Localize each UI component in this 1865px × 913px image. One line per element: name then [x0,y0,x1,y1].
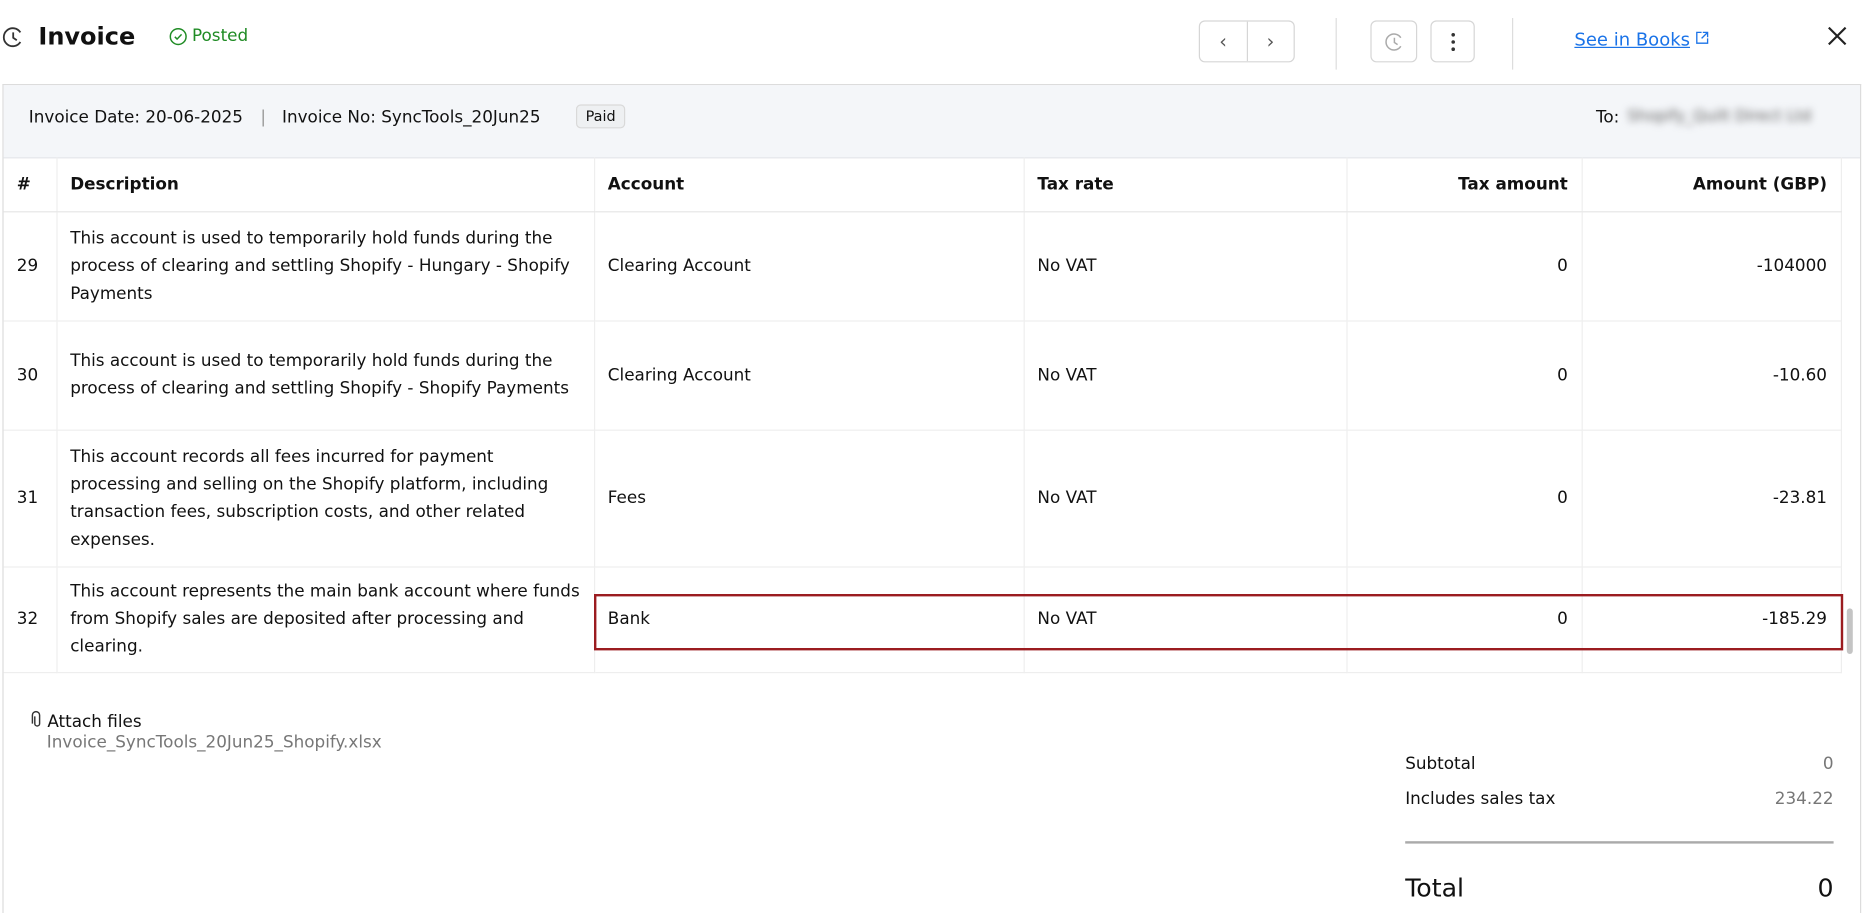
row-number: 29 [3,211,58,322]
status-text: Posted [192,26,249,46]
invoice-date: Invoice Date: 20-06-2025 [28,108,244,128]
divider [1335,18,1337,70]
row-description: This account is used to temporarily hold… [56,321,595,431]
next-button[interactable]: › [1246,21,1293,62]
close-icon [1828,26,1847,46]
separator: | [260,108,267,128]
record-navigation: ‹ › [1198,20,1295,63]
table-row: 29 This account is used to temporarily h… [3,211,1842,322]
history-icon [1384,32,1401,51]
to-label: To: [1596,108,1620,128]
chevron-right-icon: › [1266,30,1275,53]
col-tax-rate: Tax rate [1023,157,1348,213]
attached-file-link[interactable]: Invoice_SyncTools_20Jun25_Shopify.xlsx [47,733,382,752]
row-amount: -23.81 [1581,430,1842,568]
row-amount: -104000 [1581,211,1842,322]
paid-badge: Paid [576,104,626,129]
sales-tax-label: Includes sales tax [1405,789,1556,809]
more-vertical-icon [1450,32,1455,51]
table-row: 31 This account records all fees incurre… [3,430,1842,568]
history-button[interactable] [1370,20,1418,63]
row-description: This account records all fees incurred f… [56,430,595,568]
row-description: This account is used to temporarily hold… [56,211,595,322]
more-options-button[interactable] [1430,20,1475,63]
row-tax-amount: 0 [1346,430,1583,568]
row-amount: -10.60 [1581,321,1842,431]
col-description: Description [56,157,595,213]
see-in-books-link[interactable]: See in Books [1574,29,1690,51]
chevron-left-icon: ‹ [1219,30,1227,53]
to-contact: Shopify_Quilt Direct Ltd [1627,108,1812,127]
col-number: # [3,157,58,213]
total-row: Total 0 [1405,874,1833,903]
table-scrollbar[interactable] [1846,608,1853,654]
invoice-number: Invoice No: SyncTools_20Jun25 [282,108,541,128]
external-link-icon [1696,31,1709,48]
status-badge: Posted [169,26,249,46]
total-value: 0 [1817,873,1834,903]
paperclip-icon [31,710,41,727]
row-number: 30 [3,321,58,431]
row-account[interactable]: Clearing Account [594,321,1025,431]
totals-divider [1405,841,1834,844]
row-account[interactable]: Fees [594,430,1025,568]
sales-tax-value: 234.22 [1774,789,1834,809]
row-number: 31 [3,430,58,568]
previous-button[interactable]: ‹ [1200,22,1246,62]
attach-files-label: Attach files [47,712,142,732]
divider [1512,18,1514,70]
row-tax-rate[interactable]: No VAT [1023,211,1348,322]
row-tax-rate[interactable]: No VAT [1023,321,1348,431]
close-button[interactable] [1826,24,1848,54]
check-circle-icon [169,27,187,45]
col-amount: Amount (GBP) [1581,157,1842,213]
total-label: Total [1405,873,1465,903]
row-description: This account represents the main bank ac… [56,567,595,674]
subtotal-value: 0 [1822,754,1834,775]
row-tax-amount: 0 [1346,321,1583,431]
page-title: Invoice [38,21,136,51]
invoice-modal: Invoice Posted ‹ › See in Books Invoice … [0,0,1865,913]
subtotal-label: Subtotal [1405,754,1476,775]
col-tax-amount: Tax amount [1346,157,1583,213]
row-tax-amount: 0 [1346,211,1583,322]
col-account: Account [594,157,1025,213]
attach-files-button[interactable]: Attach files [30,710,142,732]
sales-tax-row: Includes sales tax 234.22 [1405,790,1833,809]
row-tax-rate[interactable]: No VAT [1023,430,1348,568]
table-header: # Description Account Tax rate Tax amoun… [3,157,1842,213]
history-clock-icon [2,26,24,52]
table-row: 30 This account is used to temporarily h… [3,321,1842,431]
row-account[interactable]: Clearing Account [594,211,1025,322]
invoice-info-bar: Invoice Date: 20-06-2025 | Invoice No: S… [3,85,1861,159]
row-number: 32 [3,567,58,674]
highlight-box [594,594,1844,651]
subtotal-row: Subtotal 0 [1405,755,1833,774]
